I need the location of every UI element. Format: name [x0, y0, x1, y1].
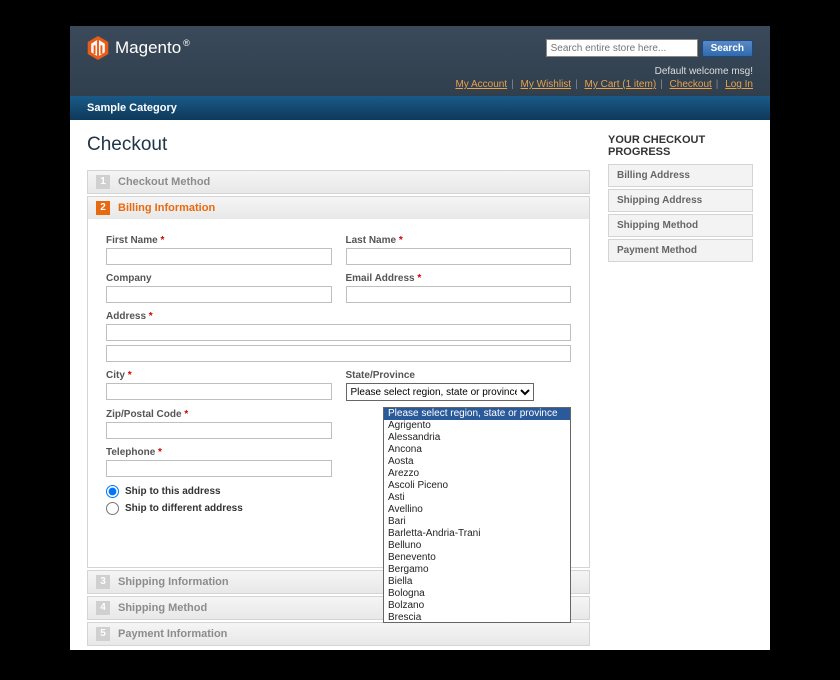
- my-wishlist-link[interactable]: My Wishlist: [521, 79, 572, 90]
- magento-logo-icon: [87, 36, 109, 60]
- city-label: City *: [106, 370, 332, 381]
- first-name-field[interactable]: [106, 248, 332, 265]
- progress-shipping-method[interactable]: Shipping Method: [608, 214, 753, 237]
- state-option[interactable]: Bergamo: [384, 564, 570, 576]
- nav-bar: Sample Category: [70, 96, 770, 120]
- my-account-link[interactable]: My Account: [455, 79, 507, 90]
- address-line1-field[interactable]: [106, 324, 571, 341]
- step-head-active[interactable]: 2 Billing Information: [88, 197, 589, 219]
- ship-here-radio[interactable]: [106, 485, 119, 498]
- welcome-message: Default welcome msg!: [70, 66, 753, 77]
- utility-bar: Default welcome msg! My Account| My Wish…: [70, 66, 770, 96]
- state-option[interactable]: Bari: [384, 516, 570, 528]
- step-num: 2: [96, 201, 110, 215]
- step-label: Shipping Information: [118, 576, 229, 588]
- zip-label: Zip/Postal Code *: [106, 409, 332, 420]
- state-option[interactable]: Bolzano: [384, 600, 570, 612]
- zip-field[interactable]: [106, 422, 332, 439]
- state-option[interactable]: Belluno: [384, 540, 570, 552]
- first-name-label: First Name *: [106, 235, 332, 246]
- state-option[interactable]: Aosta: [384, 456, 570, 468]
- state-option[interactable]: Avellino: [384, 504, 570, 516]
- state-option[interactable]: Ascoli Piceno: [384, 480, 570, 492]
- ship-here-label: Ship to this address: [125, 486, 221, 497]
- step-num: 3: [96, 575, 110, 589]
- progress-title: YOUR CHECKOUT PROGRESS: [608, 134, 753, 158]
- address-line2-field[interactable]: [106, 345, 571, 362]
- page-shell: Magento® Search Default welcome msg! My …: [70, 26, 770, 650]
- checkout-link[interactable]: Checkout: [670, 79, 712, 90]
- header-top: Magento® Search: [70, 26, 770, 66]
- state-option[interactable]: Ancona: [384, 444, 570, 456]
- ship-diff-radio[interactable]: [106, 502, 119, 515]
- last-name-field[interactable]: [346, 248, 572, 265]
- last-name-label: Last Name *: [346, 235, 572, 246]
- checkout-progress-sidebar: YOUR CHECKOUT PROGRESS Billing Address S…: [608, 134, 753, 648]
- telephone-field[interactable]: [106, 460, 332, 477]
- progress-shipping-address[interactable]: Shipping Address: [608, 189, 753, 212]
- logo-area[interactable]: Magento®: [87, 36, 190, 60]
- step-label: Shipping Method: [118, 602, 207, 614]
- my-cart-link[interactable]: My Cart (1 item): [584, 79, 656, 90]
- login-link[interactable]: Log In: [725, 79, 753, 90]
- step-num: 1: [96, 175, 110, 189]
- email-label: Email Address *: [346, 273, 572, 284]
- progress-payment-method[interactable]: Payment Method: [608, 239, 753, 262]
- step-checkout-method[interactable]: 1 Checkout Method: [87, 170, 590, 194]
- registered-mark: ®: [183, 38, 190, 48]
- state-option[interactable]: Barletta-Andria-Trani: [384, 528, 570, 540]
- top-links: My Account| My Wishlist| My Cart (1 item…: [70, 79, 753, 90]
- state-option[interactable]: Biella: [384, 576, 570, 588]
- state-dropdown-list[interactable]: Please select region, state or provinceA…: [383, 407, 571, 623]
- ship-diff-label: Ship to different address: [125, 503, 243, 514]
- brand-name: Magento®: [115, 38, 190, 58]
- step-label: Payment Information: [118, 628, 227, 640]
- search-input[interactable]: [546, 39, 698, 57]
- step-num: 4: [96, 601, 110, 615]
- page-title: Checkout: [87, 134, 590, 156]
- email-field[interactable]: [346, 286, 572, 303]
- company-label: Company: [106, 273, 332, 284]
- state-option[interactable]: Agrigento: [384, 420, 570, 432]
- step-payment-information[interactable]: 5 Payment Information: [87, 622, 590, 646]
- state-option[interactable]: Asti: [384, 492, 570, 504]
- state-label: State/Province: [346, 370, 572, 381]
- state-option[interactable]: Arezzo: [384, 468, 570, 480]
- address-label: Address *: [106, 311, 571, 322]
- search-area: Search: [546, 39, 753, 57]
- state-option[interactable]: Brescia: [384, 612, 570, 623]
- state-option[interactable]: Bologna: [384, 588, 570, 600]
- header: Magento® Search Default welcome msg! My …: [70, 26, 770, 120]
- state-option[interactable]: Please select region, state or province: [384, 408, 570, 420]
- step-label: Checkout Method: [118, 176, 210, 188]
- viewport: Magento® Search Default welcome msg! My …: [0, 0, 840, 680]
- city-field[interactable]: [106, 383, 332, 400]
- state-select[interactable]: Please select region, state or province: [346, 383, 534, 401]
- telephone-label: Telephone *: [106, 447, 332, 458]
- progress-billing-address[interactable]: Billing Address: [608, 164, 753, 187]
- step-num: 5: [96, 627, 110, 641]
- company-field[interactable]: [106, 286, 332, 303]
- nav-category[interactable]: Sample Category: [87, 102, 177, 114]
- step-label: Billing Information: [118, 202, 215, 214]
- search-button[interactable]: Search: [702, 40, 753, 57]
- state-option[interactable]: Benevento: [384, 552, 570, 564]
- state-option[interactable]: Alessandria: [384, 432, 570, 444]
